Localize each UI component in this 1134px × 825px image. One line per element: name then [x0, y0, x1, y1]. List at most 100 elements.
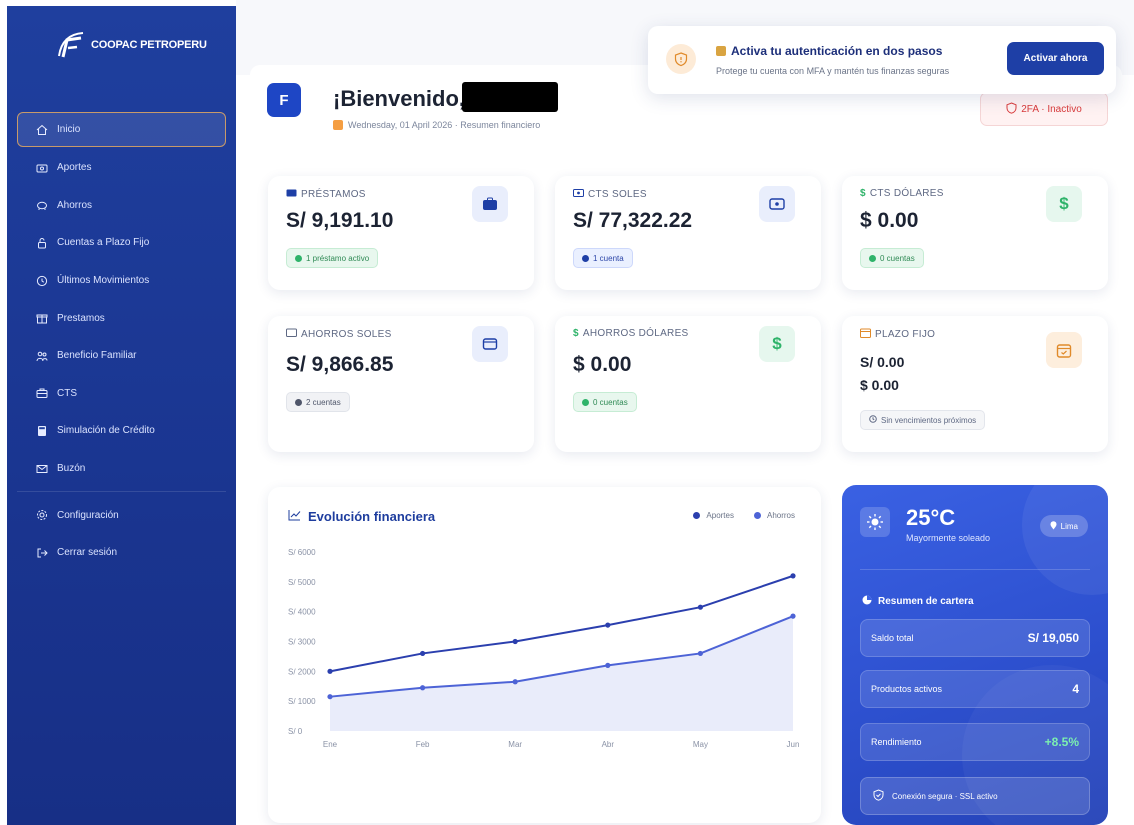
- sidebar-item-beneficio-familiar[interactable]: Beneficio Familiar: [7, 337, 236, 375]
- card-label-text: CTS SOLES: [588, 188, 647, 200]
- status-badge: 0 cuentas: [860, 248, 924, 268]
- sidebar-item-buzon[interactable]: Buzón: [7, 450, 236, 488]
- status-badge: 0 cuentas: [573, 392, 637, 412]
- sidebar-item-configuracion[interactable]: Configuración: [7, 496, 236, 534]
- status-badge-text: 1 préstamo activo: [306, 253, 370, 263]
- x-tick-label: May: [693, 740, 708, 749]
- sidebar-item-label: Aportes: [57, 162, 92, 174]
- status-badge: 1 cuenta: [573, 248, 633, 268]
- sidebar-item-inicio[interactable]: Inicio: [17, 112, 226, 147]
- card-label-text: AHORROS SOLES: [301, 328, 392, 340]
- brand-logo[interactable]: COOPAC PETROPERU: [53, 28, 207, 62]
- sidebar-item-label: Cuentas a Plazo Fijo: [57, 237, 150, 249]
- sidebar-item-cuentas-plazo-fijo[interactable]: Cuentas a Plazo Fijo: [7, 224, 236, 262]
- card-value: $ 0.00: [860, 209, 919, 232]
- toast-title: Activa tu autenticación en dos pasos: [716, 44, 942, 58]
- twofa-status-badge[interactable]: 2FA · Inactivo: [980, 92, 1108, 126]
- data-point-ahorros: [420, 685, 426, 691]
- portfolio-row-label: Rendimiento: [871, 737, 922, 747]
- activate-mfa-button[interactable]: Activar ahora: [1007, 42, 1104, 75]
- home-icon: [35, 123, 49, 137]
- card-ahorros-soles[interactable]: AHORROS SOLES S/ 9,866.85 2 cuentas: [268, 316, 534, 452]
- status-badge-text: 1 cuenta: [593, 253, 624, 263]
- data-point-aportes: [790, 573, 796, 579]
- card-value: S/ 9,866.85: [286, 353, 394, 376]
- briefcase-icon: [472, 186, 508, 222]
- card-label: AHORROS SOLES: [286, 328, 392, 340]
- lock-icon: [716, 46, 726, 56]
- chart-card: Evolución financiera Aportes Ahorros S/ …: [268, 487, 821, 823]
- calendar-icon: [333, 120, 343, 130]
- card-value-dolares: $ 0.00: [860, 377, 899, 393]
- x-tick-label: Ene: [323, 740, 338, 749]
- sidebar-item-label: Cerrar sesión: [57, 547, 118, 559]
- wallet-icon: [35, 161, 49, 175]
- card-prestamos[interactable]: PRÉSTAMOS S/ 9,191.10 1 préstamo activo: [268, 176, 534, 290]
- city-badge[interactable]: Lima: [1039, 515, 1088, 537]
- data-point-ahorros: [605, 662, 611, 668]
- status-dot: [295, 398, 302, 406]
- weather-portfolio-card: 25°C Mayormente soleado Lima Resumen de …: [842, 485, 1108, 825]
- data-point-aportes: [605, 622, 611, 628]
- avatar[interactable]: F: [267, 83, 301, 117]
- date-line: Wednesday, 01 April 2026 · Resumen finan…: [333, 120, 540, 130]
- card-label-text: PLAZO FIJO: [875, 329, 936, 340]
- sidebar-divider: [17, 491, 226, 493]
- sidebar-item-aportes[interactable]: Aportes: [7, 149, 236, 187]
- sun-icon: [860, 507, 890, 537]
- status-badge-text: Sin vencimientos próximos: [881, 415, 977, 425]
- x-tick-label: Feb: [416, 740, 430, 749]
- sidebar-item-ahorros[interactable]: Ahorros: [7, 187, 236, 225]
- calendar-icon: [860, 328, 871, 341]
- portfolio-row-value: +8.5%: [1044, 735, 1079, 749]
- portfolio-row-value: 4: [1072, 682, 1079, 696]
- card-cts-soles[interactable]: CTS SOLES S/ 77,322.22 1 cuenta: [555, 176, 821, 290]
- data-point-aportes: [327, 668, 333, 674]
- page-title: ¡Bienvenido,: [333, 86, 466, 111]
- portfolio-row-label: Productos activos: [871, 684, 943, 694]
- sidebar-item-ultimos-movimientos[interactable]: Últimos Movimientos: [7, 262, 236, 300]
- mail-icon: [35, 462, 49, 476]
- sidebar-item-label: CTS: [57, 387, 77, 399]
- sidebar-item-cerrar-sesion[interactable]: Cerrar sesión: [7, 534, 236, 572]
- shield-icon: [666, 44, 696, 74]
- status-badge-text: 2 cuentas: [306, 397, 341, 407]
- wallet-icon: [573, 188, 584, 200]
- status-badge-text: 0 cuentas: [593, 397, 628, 407]
- card-ahorros-dolares[interactable]: $ AHORROS DÓLARES $ 0.00 $ 0 cuentas: [555, 316, 821, 452]
- card-label-text: CTS DÓLARES: [869, 188, 944, 199]
- card-value: S/ 9,191.10: [286, 209, 394, 232]
- twofa-status-text: 2FA · Inactivo: [1021, 103, 1082, 115]
- card-value: $ 0.00: [573, 353, 632, 376]
- y-tick-label: S/ 2000: [288, 667, 316, 676]
- sidebar-item-cts[interactable]: CTS: [7, 375, 236, 413]
- data-point-aportes: [420, 650, 426, 657]
- toast-subtitle: Protege tu cuenta con MFA y mantén tus f…: [716, 66, 950, 76]
- ssl-text: Conexión segura · SSL activo: [892, 791, 998, 801]
- y-tick-label: S/ 6000: [288, 548, 316, 557]
- briefcase-icon: [35, 386, 49, 400]
- portfolio-row-label: Saldo total: [871, 633, 914, 643]
- card-plazo-fijo[interactable]: PLAZO FIJO S/ 0.00 $ 0.00 Sin vencimient…: [842, 316, 1108, 452]
- card-cts-dolares[interactable]: $ CTS DÓLARES $ 0.00 $ 0 cuentas: [842, 176, 1108, 290]
- sidebar-item-label: Prestamos: [57, 312, 105, 324]
- lock-icon: [35, 236, 49, 250]
- sidebar-item-label: Simulación de Crédito: [57, 425, 155, 437]
- brand-mark-icon: [53, 28, 87, 62]
- data-point-aportes: [697, 604, 703, 610]
- card-label: PRÉSTAMOS: [286, 188, 366, 200]
- data-point-ahorros: [697, 650, 703, 657]
- y-tick-label: S/ 4000: [288, 608, 316, 617]
- sidebar-item-prestamos[interactable]: Prestamos: [7, 299, 236, 337]
- sidebar-item-simulacion-credito[interactable]: Simulación de Crédito: [7, 412, 236, 450]
- folder-icon: [286, 328, 297, 340]
- weather-description: Mayormente soleado: [906, 533, 991, 543]
- status-dot: [295, 254, 302, 262]
- brand-name: COOPAC PETROPERU: [91, 39, 207, 51]
- x-tick-label: Mar: [508, 740, 522, 749]
- sidebar-item-label: Buzón: [57, 463, 86, 475]
- card-label: CTS SOLES: [573, 188, 647, 200]
- line-chart: S/ 0 S/ 1000 S/ 2000 S/ 3000 S/ 4000 S/ 5000 S…: [288, 548, 799, 749]
- card-label: $ CTS DÓLARES: [860, 188, 944, 199]
- y-tick-label: S/ 1000: [288, 697, 316, 706]
